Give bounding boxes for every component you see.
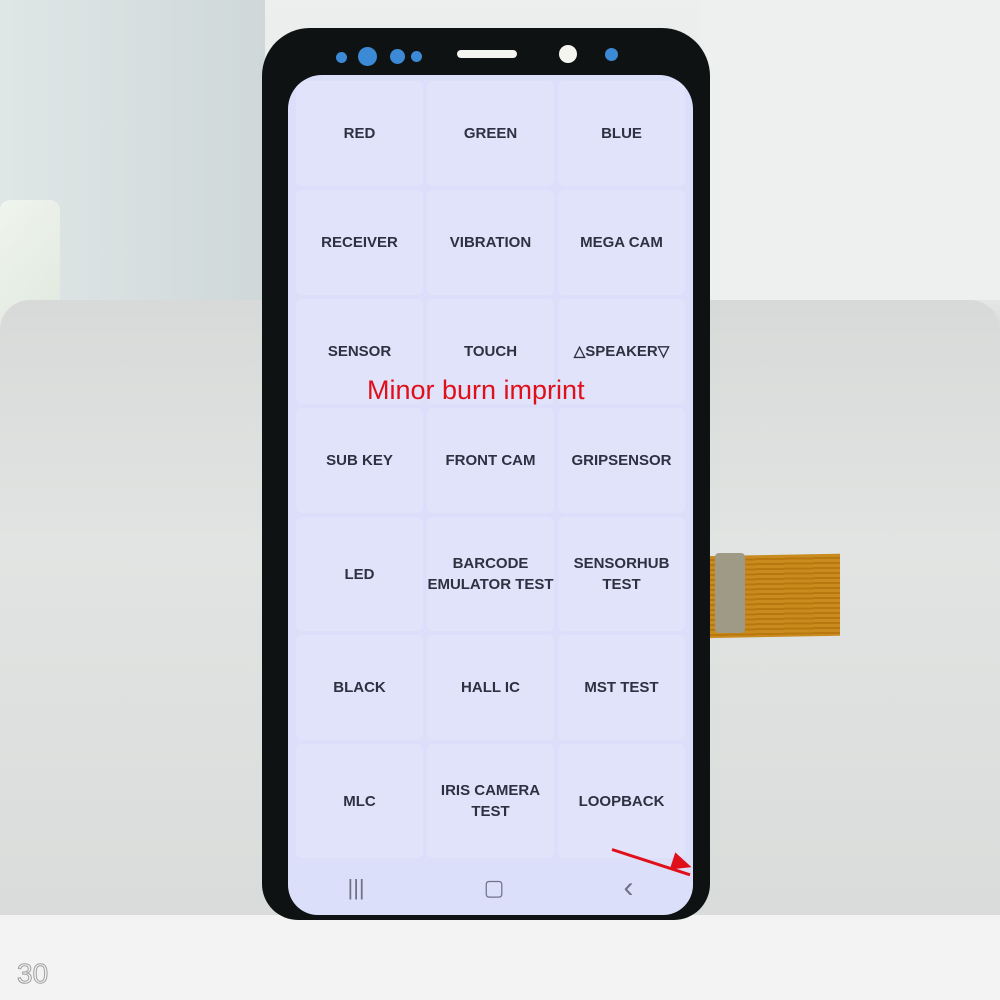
test-button-led[interactable]: LED <box>296 517 423 631</box>
test-button-mst[interactable]: MST TEST <box>558 635 685 740</box>
watermark: 30 <box>16 958 49 990</box>
navigation-bar: ||| ▢ ‹ <box>288 860 693 915</box>
front-camera <box>559 45 577 63</box>
sensor-dot <box>358 47 377 66</box>
test-button-gripsensor[interactable]: GRIPSENSOR <box>558 408 685 513</box>
test-button-receiver[interactable]: RECEIVER <box>296 190 423 295</box>
test-button-black[interactable]: BLACK <box>296 635 423 740</box>
phone-screen: RED GREEN BLUE RECEIVER VIBRATION MEGA C… <box>288 75 693 915</box>
sensor-dot <box>336 52 347 63</box>
test-button-mlc[interactable]: MLC <box>296 744 423 858</box>
test-button-sensorhub[interactable]: SENSORHUB TEST <box>558 517 685 631</box>
test-button-mega-cam[interactable]: MEGA CAM <box>558 190 685 295</box>
test-button-loopback[interactable]: LOOPBACK <box>558 744 685 858</box>
flex-connector <box>715 553 745 633</box>
earpiece-speaker <box>457 50 517 58</box>
back-icon[interactable]: ‹ <box>623 871 633 905</box>
test-button-barcode-emulator[interactable]: BARCODE EMULATOR TEST <box>427 517 554 631</box>
test-button-iris-camera[interactable]: IRIS CAMERA TEST <box>427 744 554 858</box>
test-button-red[interactable]: RED <box>296 81 423 186</box>
test-button-blue[interactable]: BLUE <box>558 81 685 186</box>
test-button-vibration[interactable]: VIBRATION <box>427 190 554 295</box>
sensor-dot <box>411 51 422 62</box>
sensor-bar <box>0 44 1000 68</box>
sensor-dot <box>605 48 618 61</box>
burn-imprint-caption: Minor burn imprint <box>367 375 585 405</box>
sensor-dot <box>390 49 405 64</box>
test-button-hall-ic[interactable]: HALL IC <box>427 635 554 740</box>
recents-icon[interactable]: ||| <box>348 875 365 901</box>
test-menu-grid: RED GREEN BLUE RECEIVER VIBRATION MEGA C… <box>294 79 687 860</box>
test-button-green[interactable]: GREEN <box>427 81 554 186</box>
test-button-sub-key[interactable]: SUB KEY <box>296 408 423 513</box>
test-button-front-cam[interactable]: FRONT CAM <box>427 408 554 513</box>
home-icon[interactable]: ▢ <box>484 875 505 901</box>
background-floor <box>0 915 1000 1000</box>
